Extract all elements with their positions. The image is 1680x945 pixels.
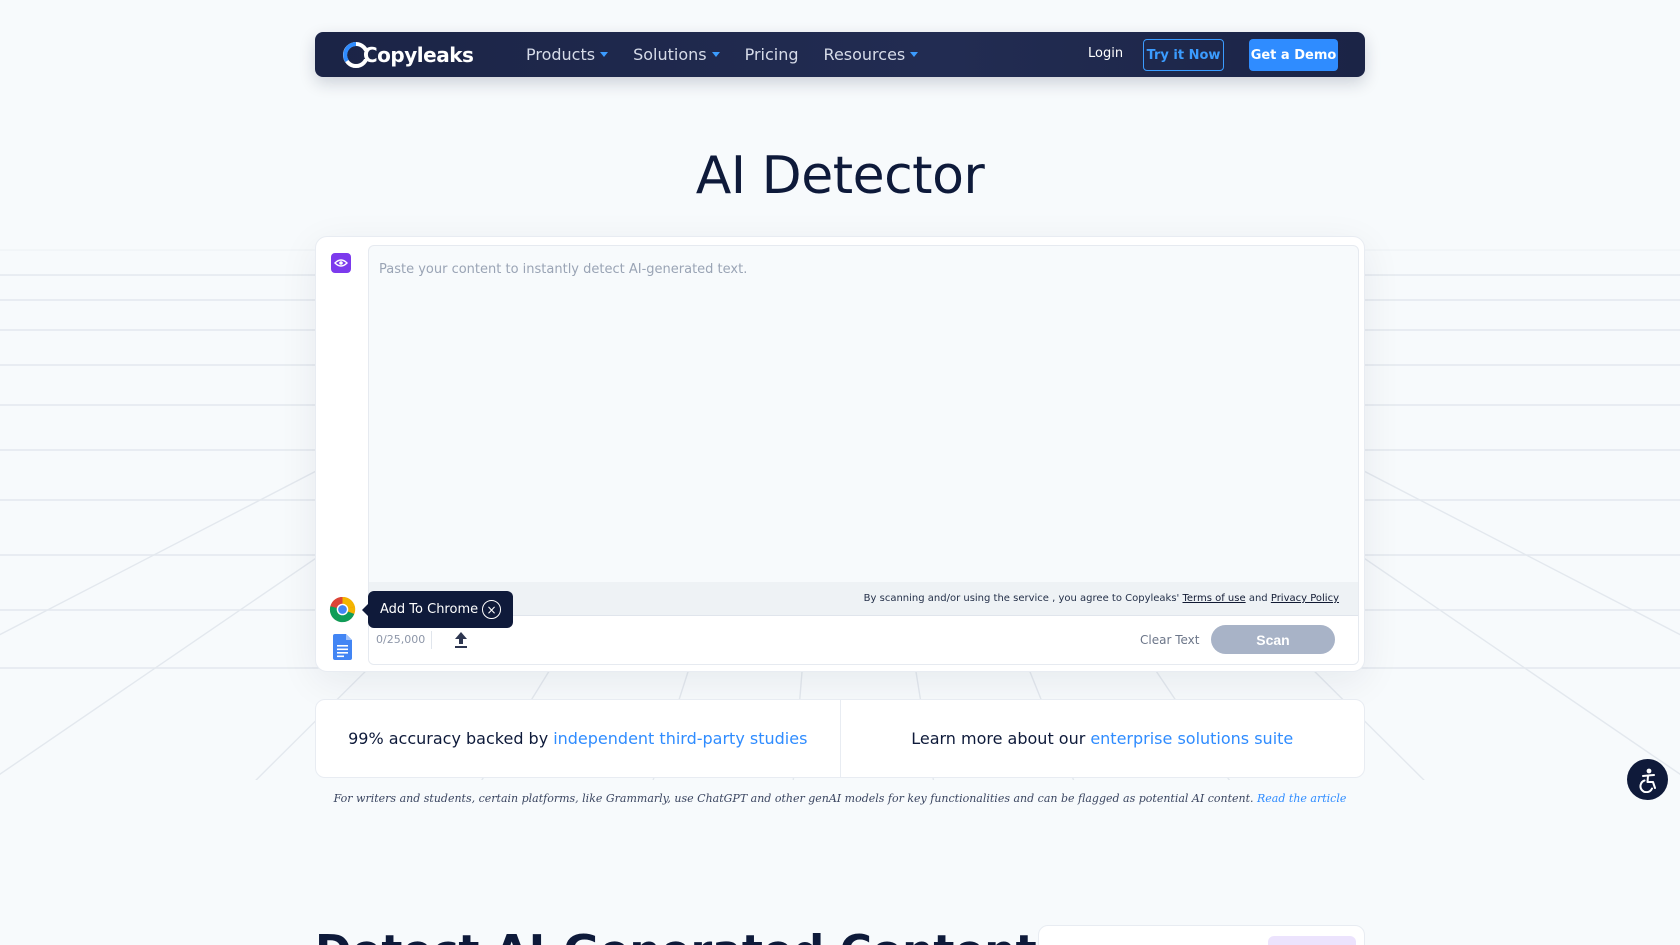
add-to-chrome-label: Add To Chrome xyxy=(380,602,479,617)
detector-card: Paste your content to instantly detect A… xyxy=(315,236,1365,672)
terms-text: By scanning and/or using the service , y… xyxy=(863,593,1180,604)
note-text: For writers and students, certain platfo… xyxy=(333,792,1254,805)
nav-item-solutions[interactable]: Solutions xyxy=(633,45,720,64)
login-link[interactable]: Login xyxy=(1088,46,1123,61)
google-docs-icon[interactable] xyxy=(333,634,352,660)
info-strip: 99% accuracy backed by independent third… xyxy=(315,699,1365,778)
terms-of-use-link[interactable]: Terms of use xyxy=(1182,593,1245,604)
close-icon[interactable]: × xyxy=(482,600,501,619)
nav-item-label: Products xyxy=(526,45,596,64)
caret-down-icon xyxy=(910,52,919,57)
text-editor: Paste your content to instantly detect A… xyxy=(368,245,1359,665)
terms-and-text: and xyxy=(1248,593,1268,604)
read-the-article-link[interactable]: Read the article xyxy=(1257,792,1346,805)
section-badge xyxy=(1268,936,1356,945)
section-heading: Detect AI-Generated Content xyxy=(315,926,1037,945)
logo-text: Copyleaks xyxy=(363,43,474,67)
page-title: AI Detector xyxy=(695,146,985,206)
top-navbar: Copyleaks Products Solutions Pricing Res… xyxy=(315,32,1365,77)
third-party-studies-link[interactable]: independent third-party studies xyxy=(553,729,807,748)
accessibility-icon[interactable] xyxy=(1627,759,1668,800)
nav-item-label: Solutions xyxy=(633,45,707,64)
toolbar-divider xyxy=(431,631,432,649)
nav-item-products[interactable]: Products xyxy=(526,45,609,64)
caret-down-icon xyxy=(711,52,720,57)
enterprise-cell: Learn more about our enterprise solution… xyxy=(839,700,1365,777)
try-it-now-button[interactable]: Try it Now xyxy=(1143,39,1224,71)
clear-text-button[interactable]: Clear Text xyxy=(1140,633,1199,647)
character-counter: 0/25,000 xyxy=(376,633,426,646)
eye-icon[interactable] xyxy=(331,253,351,273)
privacy-policy-link[interactable]: Privacy Policy xyxy=(1271,593,1339,604)
upload-icon[interactable] xyxy=(453,631,469,649)
content-input[interactable]: Paste your content to instantly detect A… xyxy=(379,262,747,277)
scan-button[interactable]: Scan xyxy=(1211,625,1335,654)
nav-menu: Products Solutions Pricing Resources xyxy=(526,32,943,77)
grammarly-note: For writers and students, certain platfo… xyxy=(0,792,1680,805)
nav-item-pricing[interactable]: Pricing xyxy=(745,45,799,64)
editor-toolbar: 0/25,000 Clear Text Scan xyxy=(369,616,1358,664)
nav-item-resources[interactable]: Resources xyxy=(824,45,919,64)
enterprise-suite-link[interactable]: enterprise solutions suite xyxy=(1090,729,1293,748)
add-to-chrome-tooltip[interactable]: Add To Chrome × xyxy=(362,591,513,628)
accuracy-text: 99% accuracy backed by xyxy=(348,729,549,748)
enterprise-text: Learn more about our xyxy=(911,729,1086,748)
nav-item-label: Pricing xyxy=(744,45,799,64)
caret-down-icon xyxy=(600,52,609,57)
chrome-icon[interactable] xyxy=(329,596,356,623)
copyleaks-logo[interactable]: Copyleaks xyxy=(341,40,474,70)
nav-item-label: Resources xyxy=(823,45,906,64)
terms-notice: By scanning and/or using the service , y… xyxy=(369,582,1358,616)
accuracy-cell: 99% accuracy backed by independent third… xyxy=(316,700,840,777)
get-a-demo-button[interactable]: Get a Demo xyxy=(1249,39,1338,71)
